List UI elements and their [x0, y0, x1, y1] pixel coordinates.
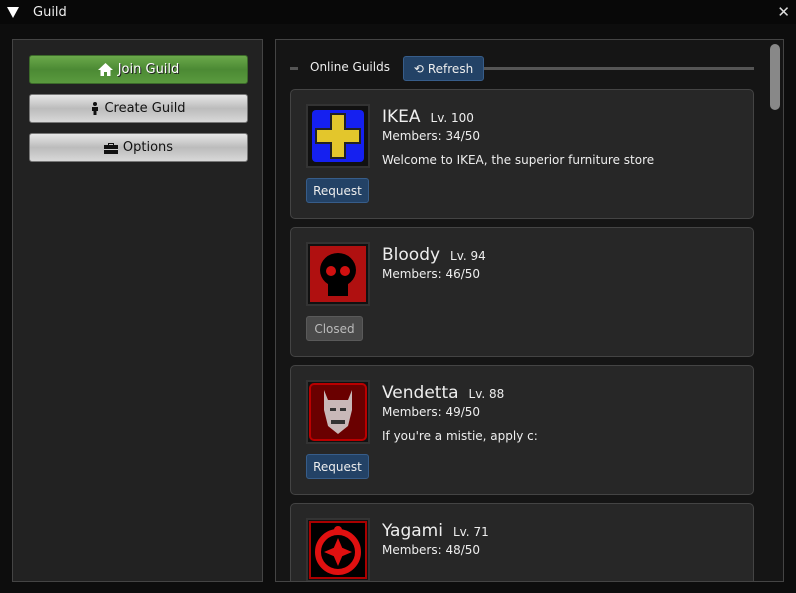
- join-guild-button[interactable]: Join Guild: [29, 55, 248, 84]
- create-guild-label: Create Guild: [104, 101, 186, 116]
- guild-card: IKEA Lv. 100 Members: 34/50 Welcome to IK…: [290, 89, 754, 219]
- guild-name: Yagami: [382, 521, 443, 541]
- guild-level: Lv. 100: [430, 111, 474, 125]
- guild-emblem-plus-icon: [306, 104, 370, 168]
- options-button[interactable]: Options: [29, 133, 248, 162]
- scrollbar[interactable]: [770, 42, 780, 580]
- title-bar: Guild ✕: [0, 0, 796, 24]
- refresh-icon: ⟲: [413, 61, 424, 76]
- guild-card: Bloody Lv. 94 Members: 46/50 Closed: [290, 227, 754, 357]
- guild-name: Vendetta: [382, 383, 459, 403]
- request-button[interactable]: Request: [306, 178, 369, 203]
- scrollbar-thumb[interactable]: [770, 44, 780, 110]
- create-guild-button[interactable]: Create Guild: [29, 94, 248, 123]
- guild-name: Bloody: [382, 245, 441, 265]
- join-guild-label: Join Guild: [117, 62, 180, 77]
- guild-card: Yagami Lv. 71 Members: 48/50: [290, 503, 754, 581]
- guild-emblem-oni-mask-icon: [306, 380, 370, 444]
- section-header: Online Guilds ⟲ Refresh: [290, 56, 754, 81]
- guild-description: If you're a mistie, apply c:: [382, 429, 538, 443]
- guild-name: IKEA: [382, 107, 421, 127]
- guild-members: Members: 49/50: [382, 405, 481, 419]
- guild-members: Members: 46/50: [382, 267, 481, 281]
- guild-description: Welcome to IKEA, the superior furniture …: [382, 153, 655, 167]
- sidebar: Join Guild Create Guild Options: [12, 39, 263, 582]
- toolbox-icon: [103, 142, 118, 154]
- collapse-triangle-icon[interactable]: [7, 6, 19, 18]
- window-title: Guild: [33, 4, 67, 20]
- guild-level: Lv. 94: [450, 249, 486, 263]
- guild-emblem-skull-icon: [306, 242, 370, 306]
- options-label: Options: [122, 140, 174, 155]
- closed-button: Closed: [306, 316, 363, 341]
- guild-list-panel: Online Guilds ⟲ Refresh IKEA Lv. 100 Membe…: [275, 39, 784, 582]
- guild-members: Members: 34/50: [382, 129, 481, 143]
- guild-card: Vendetta Lv. 88 Members: 49/50 If you're …: [290, 365, 754, 495]
- section-label: Online Guilds: [310, 60, 390, 74]
- home-icon: [97, 63, 113, 76]
- refresh-label: Refresh: [427, 61, 474, 76]
- refresh-button[interactable]: ⟲ Refresh: [403, 56, 484, 81]
- request-button[interactable]: Request: [306, 454, 369, 479]
- guild-emblem-crest-icon: [306, 518, 370, 581]
- guild-level: Lv. 71: [452, 525, 489, 539]
- person-icon: [92, 102, 99, 115]
- guild-members: Members: 48/50: [382, 543, 481, 557]
- close-icon[interactable]: ✕: [777, 3, 790, 21]
- guild-level: Lv. 88: [468, 387, 505, 401]
